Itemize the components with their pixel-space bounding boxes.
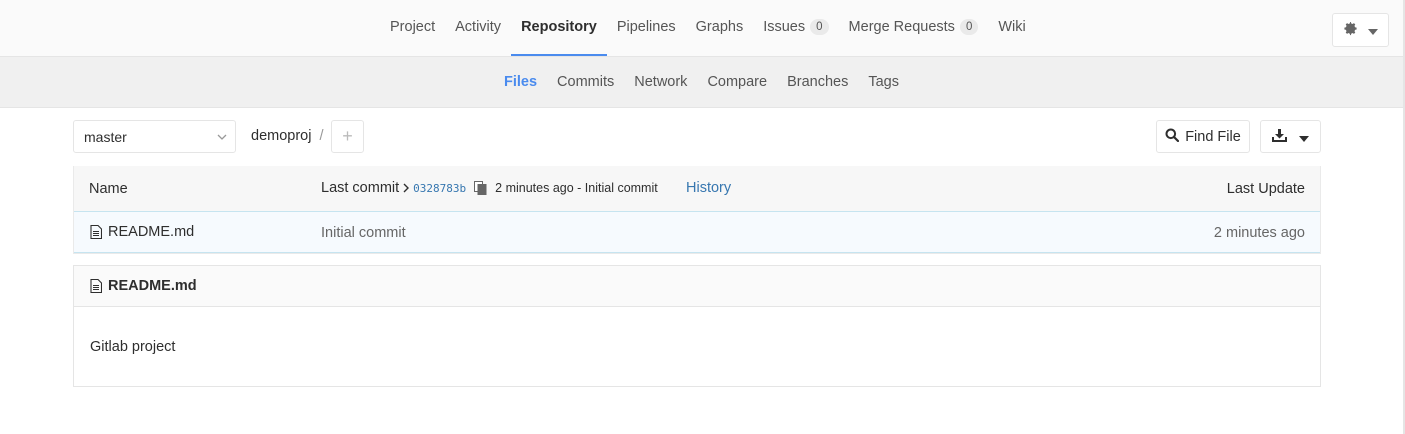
settings-dropdown-button[interactable]: [1332, 13, 1389, 47]
subtab-files[interactable]: Files: [494, 74, 547, 90]
tab-label: Issues: [763, 19, 806, 35]
find-file-button[interactable]: Find File: [1156, 120, 1250, 153]
file-name: README.md: [108, 224, 195, 240]
tab-graphs[interactable]: Graphs: [686, 0, 754, 56]
subtab-compare[interactable]: Compare: [697, 74, 777, 90]
sub-nav: Files Commits Network Compare Branches T…: [0, 57, 1403, 108]
column-header-last-update: Last Update: [1226, 181, 1305, 197]
tab-project[interactable]: Project: [380, 0, 445, 56]
issues-count-badge: 0: [810, 19, 829, 35]
gear-icon: [1343, 21, 1358, 39]
download-icon: [1272, 128, 1287, 145]
tab-label: Project: [390, 19, 436, 35]
sub-nav-links: Files Commits Network Compare Branches T…: [494, 57, 909, 107]
download-dropdown-button[interactable]: [1260, 120, 1321, 153]
top-nav: Project Activity Repository Pipelines Gr…: [0, 0, 1403, 57]
chevron-right-icon: [403, 183, 410, 193]
tab-issues[interactable]: Issues 0: [753, 0, 838, 56]
last-commit-label: Last commit: [321, 180, 400, 196]
copy-sha-icon[interactable]: [474, 181, 487, 195]
file-tree-table: Name Last commit 0328783b 2 minutes ago …: [73, 166, 1321, 254]
tab-label: Graphs: [695, 19, 744, 35]
search-icon: [1165, 128, 1180, 146]
subtab-tags[interactable]: Tags: [858, 74, 909, 90]
last-commit-info: Last commit 0328783b 2 minutes ago - Ini…: [321, 180, 658, 196]
file-link-readme[interactable]: README.md: [90, 224, 194, 240]
tab-merge-requests[interactable]: Merge Requests 0: [839, 0, 989, 56]
chevron-down-icon: [1299, 129, 1309, 145]
subtab-branches[interactable]: Branches: [777, 74, 858, 90]
tab-label: Pipelines: [616, 19, 676, 35]
chevron-down-icon: [217, 130, 227, 146]
find-file-label: Find File: [1185, 128, 1241, 145]
subtab-commits[interactable]: Commits: [547, 74, 624, 90]
tab-pipelines[interactable]: Pipelines: [607, 0, 686, 56]
breadcrumb: demoproj /: [251, 128, 323, 144]
branch-select-value: master: [84, 128, 127, 145]
tab-label: Activity: [455, 19, 502, 35]
merge-requests-count-badge: 0: [959, 19, 979, 35]
breadcrumb-project-link[interactable]: demoproj: [251, 128, 311, 144]
table-row: README.md Initial commit 2 minutes ago: [74, 212, 1320, 253]
tab-repository[interactable]: Repository: [511, 0, 607, 56]
file-icon: [90, 279, 102, 293]
commit-sha-link[interactable]: 0328783b: [413, 182, 466, 195]
tab-activity[interactable]: Activity: [445, 0, 511, 56]
chevron-down-icon: [1368, 22, 1378, 38]
subtab-network[interactable]: Network: [624, 74, 697, 90]
history-link[interactable]: History: [686, 180, 731, 196]
readme-panel: README.md Gitlab project: [73, 265, 1321, 387]
tab-label: Repository: [521, 19, 597, 35]
file-icon: [90, 225, 102, 239]
file-tree-header: Name Last commit 0328783b 2 minutes ago …: [74, 166, 1320, 212]
branch-select[interactable]: master: [73, 120, 236, 153]
plus-icon: +: [342, 126, 353, 146]
readme-title: README.md: [90, 278, 197, 294]
file-commit-message-link[interactable]: Initial commit: [321, 225, 406, 241]
breadcrumb-separator: /: [319, 128, 324, 144]
readme-header: README.md: [74, 266, 1320, 307]
add-file-button[interactable]: +: [331, 120, 364, 153]
readme-filename: README.md: [108, 278, 197, 294]
file-last-update: 2 minutes ago: [1213, 225, 1305, 241]
top-nav-links: Project Activity Repository Pipelines Gr…: [380, 0, 1036, 56]
readme-content: Gitlab project: [90, 339, 176, 355]
last-commit-description: 2 minutes ago - Initial commit: [495, 181, 658, 195]
tab-label: Merge Requests: [848, 19, 955, 35]
tab-wiki[interactable]: Wiki: [988, 0, 1035, 56]
column-header-name: Name: [89, 181, 128, 197]
tab-label: Wiki: [998, 19, 1026, 35]
